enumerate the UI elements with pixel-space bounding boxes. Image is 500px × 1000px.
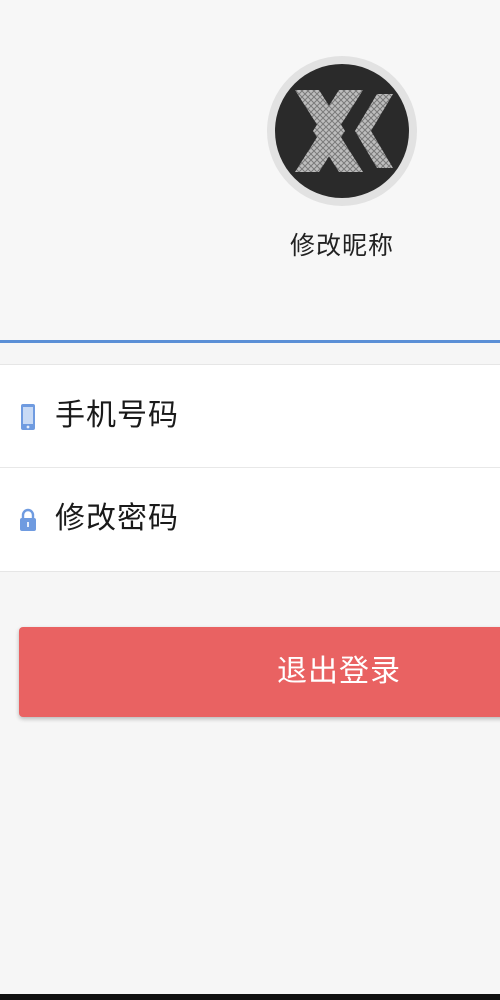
list-item-password[interactable]: 修改密码 (0, 468, 500, 570)
change-password-label: 修改密码 (55, 501, 179, 536)
avatar-x-logo-icon (295, 90, 393, 172)
lock-icon (20, 508, 36, 531)
settings-list: 手机号码 修改密码 (0, 364, 500, 572)
logout-button-label: 退出登录 (277, 654, 401, 689)
phone-number-label: 手机号码 (55, 398, 179, 433)
list-item-phone[interactable]: 手机号码 (0, 365, 500, 467)
profile-header: 修改昵称 (0, 0, 500, 340)
phone-icon (21, 404, 35, 430)
header-divider (0, 340, 500, 343)
logout-button[interactable]: 退出登录 (19, 627, 500, 717)
edit-nickname-link[interactable]: 修改昵称 (242, 226, 442, 262)
avatar[interactable] (267, 56, 417, 206)
bottom-edge (0, 994, 500, 1000)
avatar-image (275, 64, 409, 198)
